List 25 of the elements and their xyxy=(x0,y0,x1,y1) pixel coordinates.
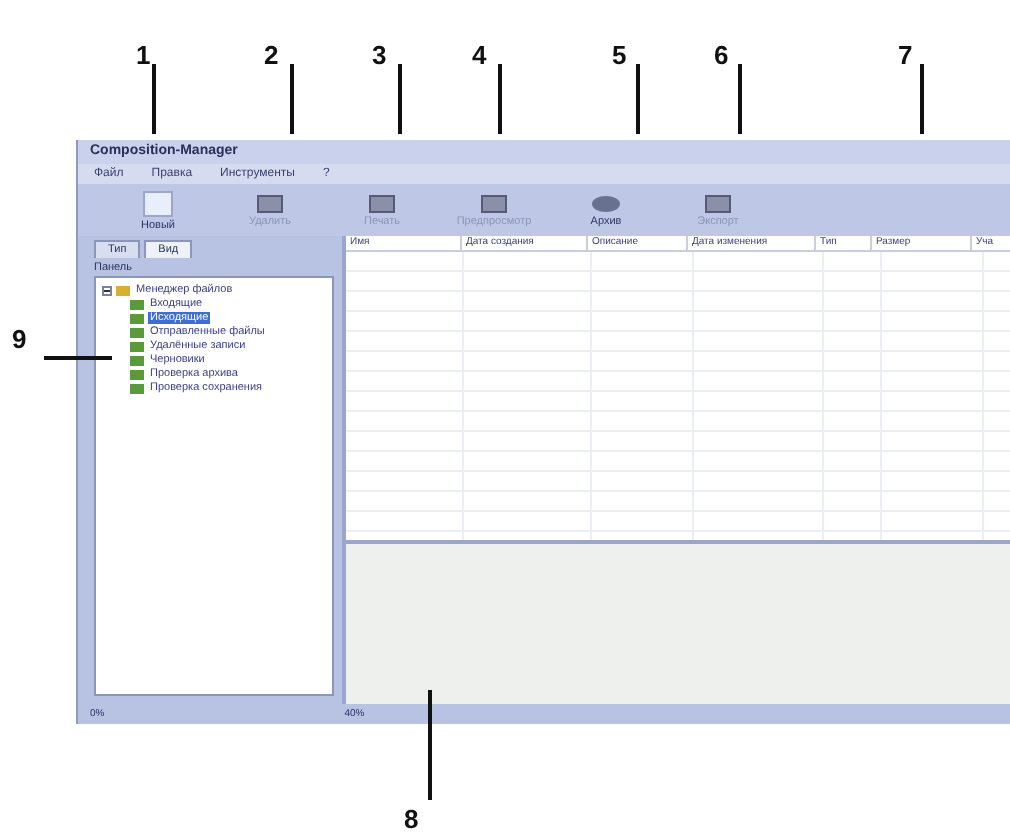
tool-icon xyxy=(368,193,396,213)
leader-line xyxy=(738,64,742,134)
document-icon xyxy=(142,189,174,217)
callout-number: 3 xyxy=(372,40,387,70)
leader-line xyxy=(920,64,924,134)
callout-number: 2 xyxy=(264,40,279,70)
leader-line xyxy=(398,64,402,134)
tool-icon xyxy=(704,193,732,213)
callout-number: 6 xyxy=(714,40,729,70)
leader-line xyxy=(428,690,432,800)
callout-number: 7 xyxy=(898,40,913,70)
leader-line xyxy=(44,356,112,360)
leader-line xyxy=(152,64,156,134)
callout-number: 8 xyxy=(404,804,419,834)
disc-icon xyxy=(590,193,622,213)
tool-icon xyxy=(256,193,284,213)
callout-number: 9 xyxy=(12,324,27,354)
expander-icon[interactable] xyxy=(102,285,112,295)
leader-line xyxy=(290,64,294,134)
callout-number: 1 xyxy=(136,40,151,70)
tool-icon xyxy=(480,193,508,213)
leader-line xyxy=(636,64,640,134)
callout-number: 5 xyxy=(612,40,627,70)
leader-line xyxy=(498,64,502,134)
callout-number: 4 xyxy=(472,40,487,70)
